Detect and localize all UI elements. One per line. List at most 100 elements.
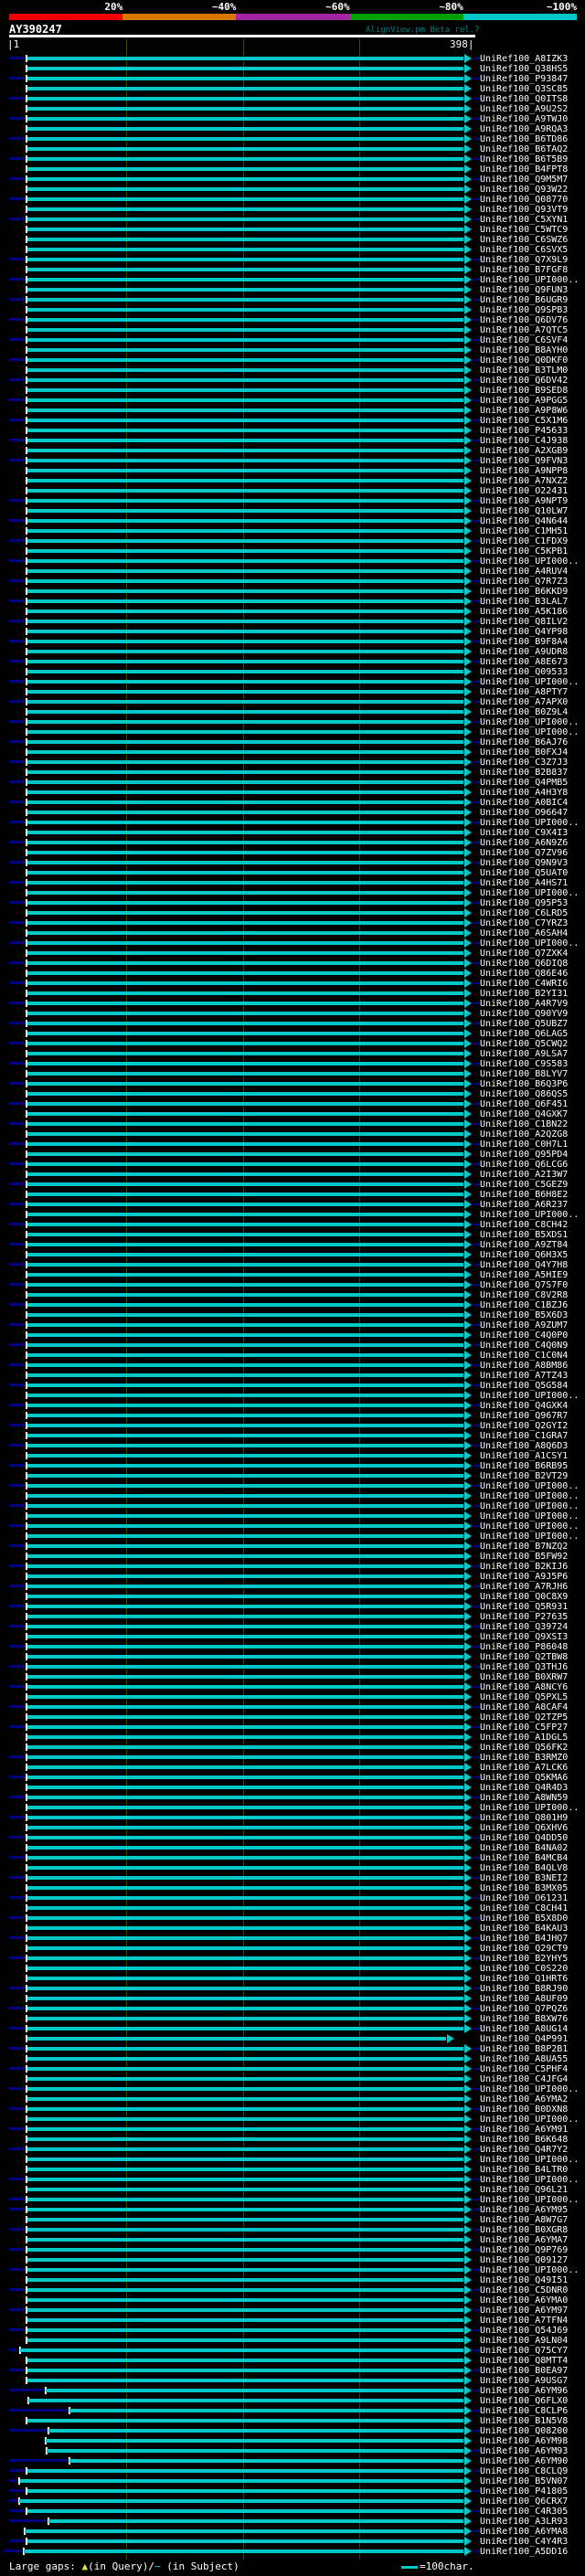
hit-label[interactable]: UniRef100_Q801H9 bbox=[480, 1813, 568, 1823]
hit-label[interactable]: UniRef100_C4WRI6 bbox=[480, 979, 568, 989]
hit-label[interactable]: UniRef100_UPI000.. bbox=[480, 2084, 579, 2094]
hit-label[interactable]: UniRef100_B4FPT8 bbox=[480, 164, 568, 175]
hit-label[interactable]: UniRef100_Q56FK2 bbox=[480, 1743, 568, 1753]
hit-label[interactable]: UniRef100_B4QLV8 bbox=[480, 1863, 568, 1873]
hit-label[interactable]: UniRef100_Q09127 bbox=[480, 2255, 568, 2265]
hit-label[interactable]: UniRef100_UPI000.. bbox=[480, 1491, 579, 1501]
hit-label[interactable]: UniRef100_A7LCK6 bbox=[480, 1763, 568, 1773]
hit-label[interactable]: UniRef100_B0Z9L4 bbox=[480, 707, 568, 717]
hit-label[interactable]: UniRef100_P41805 bbox=[480, 2486, 568, 2496]
hit-label[interactable]: UniRef100_C6SVX5 bbox=[480, 245, 568, 255]
hit-label[interactable]: UniRef100_C0H7L1 bbox=[480, 1140, 568, 1150]
hit-label[interactable]: UniRef100_A8UA55 bbox=[480, 2054, 568, 2064]
hit-label[interactable]: UniRef100_C1C0N4 bbox=[480, 1351, 568, 1361]
hit-label[interactable]: UniRef100_A9USG7 bbox=[480, 2376, 568, 2386]
hit-label[interactable]: UniRef100_B5X8D0 bbox=[480, 1913, 568, 1924]
hit-label[interactable]: UniRef100_C7YRZ3 bbox=[480, 918, 568, 928]
hit-label[interactable]: UniRef100_A9ZUM7 bbox=[480, 1320, 568, 1330]
hit-label[interactable]: UniRef100_B0FXJ4 bbox=[480, 747, 568, 758]
hit-label[interactable]: UniRef100_C4Y4R3 bbox=[480, 2537, 568, 2547]
hit-label[interactable]: UniRef100_B6K648 bbox=[480, 2135, 568, 2145]
hit-label[interactable]: UniRef100_A8WN59 bbox=[480, 1793, 568, 1803]
hit-label[interactable]: UniRef100_Q7ZV96 bbox=[480, 848, 568, 858]
hit-label[interactable]: UniRef100_C4Q0P0 bbox=[480, 1330, 568, 1341]
hit-label[interactable]: UniRef100_C5KPB1 bbox=[480, 546, 568, 557]
hit-label[interactable]: UniRef100_A7QTC5 bbox=[480, 325, 568, 335]
hit-label[interactable]: UniRef100_Q10LW7 bbox=[480, 506, 568, 516]
hit-label[interactable]: UniRef100_C8CH41 bbox=[480, 1903, 568, 1913]
hit-label[interactable]: UniRef100_Q7PQZ6 bbox=[480, 2004, 568, 2014]
hit-label[interactable]: UniRef100_Q5R931 bbox=[480, 1602, 568, 1612]
hit-label[interactable]: UniRef100_A8Q6D3 bbox=[480, 1441, 568, 1451]
hit-label[interactable]: UniRef100_A6YMA8 bbox=[480, 2527, 568, 2537]
hit-label[interactable]: UniRef100_A8IZK3 bbox=[480, 54, 568, 64]
hit-label[interactable]: UniRef100_C1MH51 bbox=[480, 526, 568, 536]
hit-label[interactable]: UniRef100_Q5G584 bbox=[480, 1381, 568, 1391]
hit-label[interactable]: UniRef100_UPI000.. bbox=[480, 1391, 579, 1401]
hit-label[interactable]: UniRef100_A7RJH6 bbox=[480, 1582, 568, 1592]
hit-label[interactable]: UniRef100_A7APX0 bbox=[480, 697, 568, 707]
hit-label[interactable]: UniRef100_B2VT29 bbox=[480, 1471, 568, 1481]
hit-label[interactable]: UniRef100_B4MCB4 bbox=[480, 1853, 568, 1863]
hit-label[interactable]: UniRef100_Q5PXL5 bbox=[480, 1692, 568, 1702]
hit-label[interactable]: UniRef100_Q4DD50 bbox=[480, 1833, 568, 1843]
hit-label[interactable]: UniRef100_A9ZT84 bbox=[480, 1240, 568, 1250]
hit-label[interactable]: UniRef100_A1DGL5 bbox=[480, 1733, 568, 1743]
hit-label[interactable]: UniRef100_A9U2S2 bbox=[480, 104, 568, 114]
hit-label[interactable]: UniRef100_Q8MTT4 bbox=[480, 2356, 568, 2366]
hit-label[interactable]: UniRef100_UPI000.. bbox=[480, 677, 579, 687]
hit-label[interactable]: UniRef100_B0XGR8 bbox=[480, 2225, 568, 2235]
hit-label[interactable]: UniRef100_A6YM97 bbox=[480, 2306, 568, 2316]
hit-label[interactable]: UniRef100_B6RB95 bbox=[480, 1461, 568, 1471]
hit-label[interactable]: UniRef100_Q4N644 bbox=[480, 516, 568, 526]
hit-label[interactable]: UniRef100_B6TD86 bbox=[480, 134, 568, 144]
hit-label[interactable]: UniRef100_Q6LAG5 bbox=[480, 1029, 568, 1039]
hit-label[interactable]: UniRef100_A7TZ43 bbox=[480, 1371, 568, 1381]
hit-label[interactable]: UniRef100_UPI000.. bbox=[480, 2175, 579, 2185]
hit-label[interactable]: UniRef100_B2B837 bbox=[480, 768, 568, 778]
hit-label[interactable]: UniRef100_A4HS71 bbox=[480, 878, 568, 888]
hit-label[interactable]: UniRef100_B5X6D3 bbox=[480, 1310, 568, 1320]
hit-label[interactable]: UniRef100_C3Z7J3 bbox=[480, 758, 568, 768]
hit-label[interactable]: UniRef100_A4RUV4 bbox=[480, 567, 568, 577]
hit-label[interactable]: UniRef100_A9RQA3 bbox=[480, 124, 568, 134]
hit-label[interactable]: UniRef100_UPI000.. bbox=[480, 938, 579, 949]
hit-label[interactable]: UniRef100_Q6CRX7 bbox=[480, 2496, 568, 2507]
hit-label[interactable]: UniRef100_B4NA02 bbox=[480, 1843, 568, 1853]
hit-label[interactable]: UniRef100_P93847 bbox=[480, 74, 568, 84]
hit-label[interactable]: UniRef100_A9P8W6 bbox=[480, 406, 568, 416]
hit-label[interactable]: UniRef100_B2YI31 bbox=[480, 989, 568, 999]
hit-label[interactable]: UniRef100_A9NPT9 bbox=[480, 496, 568, 506]
hit-label[interactable]: UniRef100_B6UGR9 bbox=[480, 295, 568, 305]
hit-label[interactable]: UniRef100_Q95PD4 bbox=[480, 1150, 568, 1160]
hit-label[interactable]: UniRef100_Q0ITS8 bbox=[480, 94, 568, 104]
hit-label[interactable]: UniRef100_A6YMA7 bbox=[480, 2235, 568, 2245]
hit-label[interactable]: UniRef100_UPI000.. bbox=[480, 1501, 579, 1511]
hit-label[interactable]: UniRef100_UPI000.. bbox=[480, 727, 579, 737]
hit-label[interactable]: UniRef100_Q4R4D3 bbox=[480, 1783, 568, 1793]
hit-label[interactable]: UniRef100_Q75CY7 bbox=[480, 2346, 568, 2356]
hit-label[interactable]: UniRef100_B8RJ90 bbox=[480, 1984, 568, 1994]
hit-label[interactable]: UniRef100_C5XYN1 bbox=[480, 215, 568, 225]
hit-label[interactable]: UniRef100_C9X4I3 bbox=[480, 828, 568, 838]
hit-label[interactable]: UniRef100_C1GRA7 bbox=[480, 1431, 568, 1441]
hit-label[interactable]: UniRef100_B0XRW7 bbox=[480, 1672, 568, 1682]
hit-label[interactable]: UniRef100_A6YM98 bbox=[480, 2436, 568, 2446]
hit-label[interactable]: UniRef100_C5DNR0 bbox=[480, 2285, 568, 2295]
hit-label[interactable]: UniRef100_Q6XHV6 bbox=[480, 1823, 568, 1833]
hit-label[interactable]: UniRef100_A6YM95 bbox=[480, 2205, 568, 2215]
hit-label[interactable]: UniRef100_B6T5B9 bbox=[480, 154, 568, 164]
hit-label[interactable]: UniRef100_Q7X9L9 bbox=[480, 255, 568, 265]
hit-label[interactable]: UniRef100_Q08200 bbox=[480, 2426, 568, 2436]
hit-label[interactable]: UniRef100_B9SED8 bbox=[480, 386, 568, 396]
hit-label[interactable]: UniRef100_C1BZJ6 bbox=[480, 1300, 568, 1310]
hit-label[interactable]: UniRef100_A9PGG5 bbox=[480, 396, 568, 406]
hit-label[interactable]: UniRef100_Q5CWQ2 bbox=[480, 1039, 568, 1049]
hit-label[interactable]: UniRef100_Q93VT9 bbox=[480, 205, 568, 215]
hit-label[interactable]: UniRef100_A8W7G7 bbox=[480, 2215, 568, 2225]
hit-label[interactable]: UniRef100_O22431 bbox=[480, 486, 568, 496]
hit-label[interactable]: UniRef100_Q2GYI2 bbox=[480, 1421, 568, 1431]
hit-label[interactable]: UniRef100_UPI000.. bbox=[480, 1210, 579, 1220]
hit-label[interactable]: UniRef100_A6YM96 bbox=[480, 2386, 568, 2396]
hit-label[interactable]: UniRef100_A6R237 bbox=[480, 1200, 568, 1210]
